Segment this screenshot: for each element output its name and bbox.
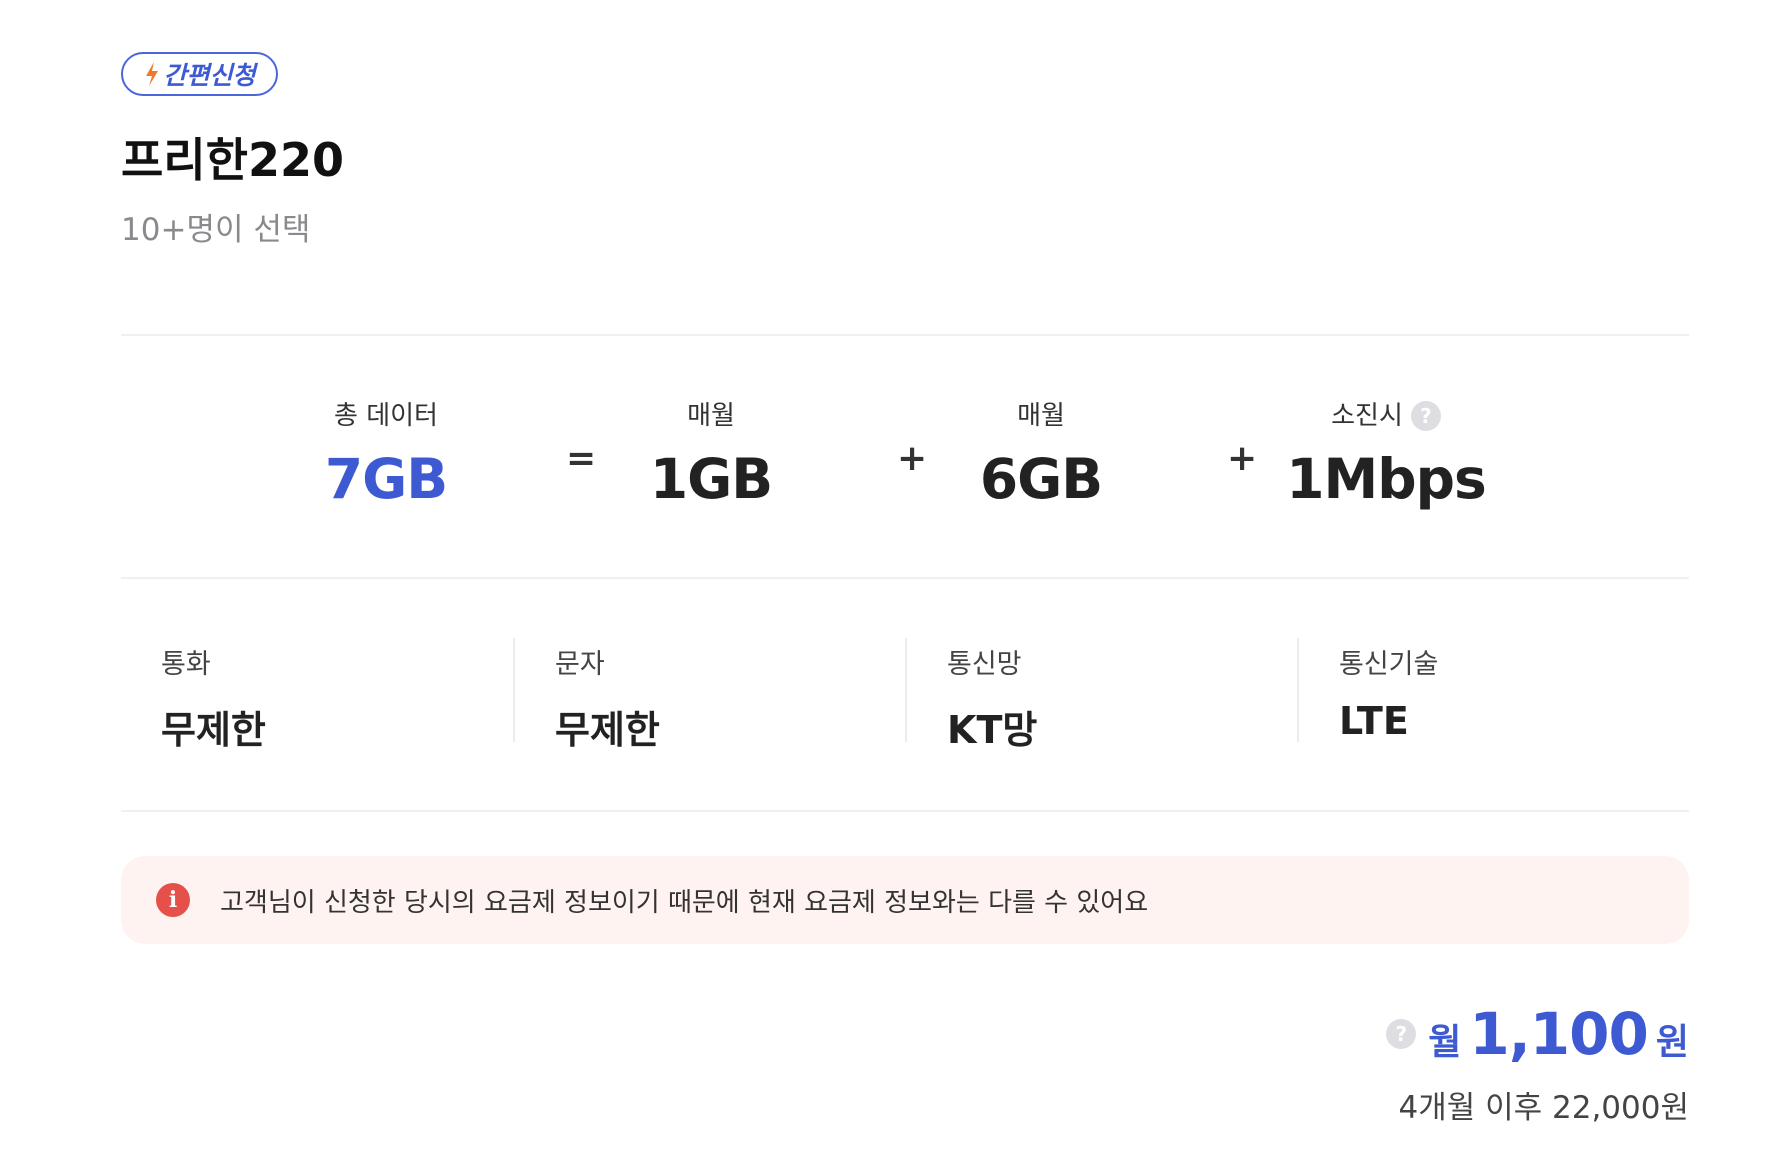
spec-value: LTE: [1339, 699, 1409, 743]
spec-technology: 통신기술 LTE: [1297, 638, 1689, 743]
lightning-icon: [146, 62, 159, 86]
divider: [121, 577, 1689, 579]
spec-sms: 문자 무제한: [513, 638, 905, 752]
total-data-value: 7GB: [324, 447, 448, 511]
plus-sign: +: [897, 438, 928, 479]
spec-row: 통화 무제한 문자 무제한 통신망 KT망 통신기술 LTE: [121, 638, 1689, 752]
equals-sign: =: [566, 438, 597, 479]
total-data-label: 총 데이터: [334, 401, 438, 431]
notice-text: 고객님이 신청한 당시의 요금제 정보이기 때문에 현재 요금제 정보와는 다를…: [220, 887, 1149, 918]
exhausted-label: 소진시: [1331, 401, 1403, 431]
spec-value: 무제한: [555, 708, 660, 752]
exhausted-label-row: 소진시 ?: [1286, 396, 1486, 436]
question-icon[interactable]: ?: [1410, 401, 1441, 431]
monthly-value: 1GB: [649, 447, 773, 511]
monthly-label: 매월: [687, 401, 735, 431]
spec-network: 통신망 KT망: [905, 638, 1297, 752]
spec-call: 통화 무제한: [121, 638, 513, 752]
price-amount: 1,100: [1469, 1000, 1648, 1068]
data-breakdown: 총 데이터 7GB = 매월 1GB + 매월 6GB + 소진시 ? 1Mbp…: [121, 396, 1689, 516]
monthly-data-2: 매월 6GB: [951, 396, 1131, 514]
exhausted-speed: 소진시 ? 1Mbps: [1286, 396, 1487, 514]
notice-banner: i 고객님이 신청한 당시의 요금제 정보이기 때문에 현재 요금제 정보와는 …: [121, 856, 1689, 944]
price-after: 4개월 이후 22,000원: [1398, 1090, 1689, 1126]
quick-apply-badge[interactable]: 간편신청: [121, 52, 278, 96]
info-icon: i: [156, 883, 190, 917]
spec-label: 통화: [161, 649, 211, 680]
plus-sign: +: [1227, 438, 1258, 479]
spec-value: 무제한: [161, 708, 266, 752]
monthly-value: 6GB: [979, 447, 1103, 511]
divider: [121, 810, 1689, 812]
price-currency: 원: [1655, 1022, 1689, 1063]
spec-label: 문자: [555, 649, 605, 680]
plan-title: 프리한220: [121, 133, 344, 187]
price: ? 월 1,100 원: [1386, 1000, 1689, 1068]
quick-apply-label: 간편신청: [163, 61, 256, 90]
spec-label: 통신기술: [1339, 649, 1439, 680]
monthly-label: 매월: [1017, 401, 1065, 431]
total-data: 총 데이터 7GB: [296, 396, 476, 514]
monthly-data-1: 매월 1GB: [621, 396, 801, 514]
divider: [121, 334, 1689, 336]
question-icon[interactable]: ?: [1386, 1019, 1417, 1049]
picked-count: 10+명이 선택: [121, 212, 311, 248]
exhausted-value: 1Mbps: [1286, 447, 1486, 511]
price-unit: 월: [1428, 1022, 1462, 1063]
spec-label: 통신망: [947, 649, 1022, 680]
spec-value: KT망: [947, 708, 1038, 752]
